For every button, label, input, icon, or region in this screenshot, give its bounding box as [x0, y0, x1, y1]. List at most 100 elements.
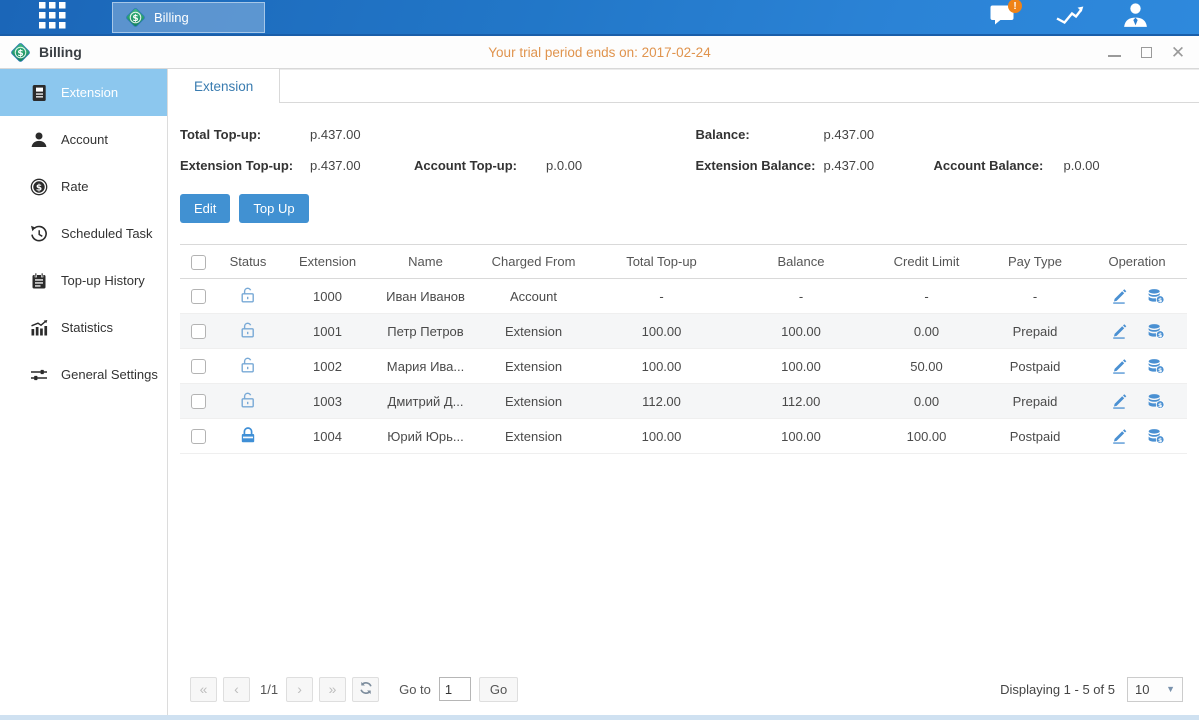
- cell-total-topup: 100.00: [591, 359, 732, 374]
- sidebar-item-scheduled-task[interactable]: Scheduled Task: [0, 210, 167, 257]
- tab-extension[interactable]: Extension: [168, 69, 280, 103]
- resource-monitor-button[interactable]: [1053, 3, 1085, 31]
- app-grid-icon: [37, 1, 68, 35]
- maximize-button[interactable]: [1141, 47, 1152, 58]
- cell-name: Дмитрий Д...: [375, 394, 476, 409]
- cell-total-topup: 100.00: [591, 324, 732, 339]
- sidebar-item-rate[interactable]: $Rate: [0, 163, 167, 210]
- cell-extension: 1003: [280, 394, 375, 409]
- select-all-checkbox[interactable]: [191, 255, 206, 270]
- sidebar-item-label: General Settings: [61, 367, 158, 382]
- row-checkbox[interactable]: [191, 394, 206, 409]
- table-row[interactable]: 1001 Петр Петров Extension 100.00 100.00…: [180, 314, 1187, 349]
- column-header-balance[interactable]: Balance: [732, 254, 870, 269]
- user-account-button[interactable]: [1119, 3, 1151, 31]
- row-checkbox[interactable]: [191, 429, 206, 444]
- account-topup-label: Account Top-up:: [414, 158, 546, 173]
- cell-charged-from: Extension: [476, 324, 591, 339]
- cell-name: Иван Иванов: [375, 289, 476, 304]
- edit-button[interactable]: Edit: [180, 194, 230, 223]
- cell-total-topup: 100.00: [591, 429, 732, 444]
- previous-page-button[interactable]: ‹: [223, 677, 250, 702]
- go-button[interactable]: Go: [479, 677, 518, 702]
- extension-topup-label: Extension Top-up:: [180, 158, 310, 173]
- cell-name: Петр Петров: [375, 324, 476, 339]
- close-button[interactable]: ✕: [1171, 45, 1185, 59]
- extension-topup-value: p.437.00: [310, 158, 414, 173]
- table-row[interactable]: 1003 Дмитрий Д... Extension 112.00 112.0…: [180, 384, 1187, 419]
- row-checkbox[interactable]: [191, 324, 206, 339]
- topup-coins-icon[interactable]: $: [1147, 322, 1165, 340]
- total-topup-value: p.437.00: [310, 127, 414, 142]
- next-page-button[interactable]: ›: [286, 677, 313, 702]
- table-header-row: StatusExtensionNameCharged FromTotal Top…: [180, 244, 1187, 279]
- refresh-button[interactable]: [352, 677, 379, 702]
- topup-coins-icon[interactable]: $: [1147, 392, 1165, 410]
- first-page-button[interactable]: «: [190, 677, 217, 702]
- topup-coins-icon[interactable]: $: [1147, 357, 1165, 375]
- edit-pencil-icon[interactable]: [1110, 392, 1128, 410]
- last-page-button[interactable]: »: [319, 677, 346, 702]
- sidebar-item-extension[interactable]: Extension: [0, 69, 167, 116]
- cell-balance: 100.00: [732, 324, 870, 339]
- account-topup-value: p.0.00: [546, 158, 684, 173]
- topbar-icon-group: !: [987, 0, 1151, 34]
- sidebar-item-statistics[interactable]: Statistics: [0, 304, 167, 351]
- scheduled-task-icon: [30, 225, 48, 243]
- edit-pencil-icon[interactable]: [1110, 427, 1128, 445]
- topup-coins-icon[interactable]: $: [1147, 427, 1165, 445]
- sidebar-item-account[interactable]: Account: [0, 116, 167, 163]
- edit-pencil-icon[interactable]: [1110, 357, 1128, 375]
- sidebar-item-label: Statistics: [61, 320, 113, 335]
- lock-open-icon: [239, 321, 257, 339]
- statistics-icon: [30, 319, 48, 337]
- edit-pencil-icon[interactable]: [1110, 287, 1128, 305]
- cell-pay-type: Postpaid: [983, 359, 1087, 374]
- tab-strip: Extension: [168, 69, 1199, 103]
- cell-extension: 1000: [280, 289, 375, 304]
- cell-credit-limit: 0.00: [870, 324, 983, 339]
- topup-coins-icon[interactable]: $: [1147, 287, 1165, 305]
- sidebar-item-label: Rate: [61, 179, 88, 194]
- messages-button[interactable]: !: [987, 3, 1019, 31]
- account-icon: [30, 131, 48, 149]
- edit-pencil-icon[interactable]: [1110, 322, 1128, 340]
- cell-name: Юрий Юрь...: [375, 429, 476, 444]
- column-header-extension[interactable]: Extension: [280, 254, 375, 269]
- cell-balance: 100.00: [732, 429, 870, 444]
- sidebar-item-label: Account: [61, 132, 108, 147]
- sidebar-item-top-up-history[interactable]: Top-up History: [0, 257, 167, 304]
- column-header-total-top-up[interactable]: Total Top-up: [591, 254, 732, 269]
- column-header-charged-from[interactable]: Charged From: [476, 254, 591, 269]
- cell-balance: 100.00: [732, 359, 870, 374]
- row-checkbox[interactable]: [191, 359, 206, 374]
- column-header-status[interactable]: Status: [216, 254, 280, 269]
- lock-closed-icon: [239, 426, 257, 444]
- cell-total-topup: 112.00: [591, 394, 732, 409]
- svg-text:$: $: [1158, 437, 1162, 444]
- table-row[interactable]: 1002 Мария Ива... Extension 100.00 100.0…: [180, 349, 1187, 384]
- goto-page-input[interactable]: [439, 677, 471, 701]
- sidebar-item-general-settings[interactable]: General Settings: [0, 351, 167, 398]
- page-size-select[interactable]: 10 ▼: [1127, 677, 1183, 702]
- cell-credit-limit: -: [870, 289, 983, 304]
- column-header-name[interactable]: Name: [375, 254, 476, 269]
- lock-open-icon: [239, 356, 257, 374]
- top-navigation-bar: $ Billing !: [0, 0, 1199, 36]
- minimize-button[interactable]: [1108, 55, 1121, 57]
- cell-charged-from: Extension: [476, 429, 591, 444]
- topup-button[interactable]: Top Up: [239, 194, 308, 223]
- column-header-credit-limit[interactable]: Credit Limit: [870, 254, 983, 269]
- cell-charged-from: Extension: [476, 394, 591, 409]
- sidebar: Extension Account $RateScheduled TaskTop-u…: [0, 69, 168, 715]
- cell-balance: -: [732, 289, 870, 304]
- row-checkbox[interactable]: [191, 289, 206, 304]
- billing-app-tab[interactable]: $ Billing: [112, 2, 265, 33]
- cell-extension: 1004: [280, 429, 375, 444]
- table-row[interactable]: 1000 Иван Иванов Account - - - - $: [180, 279, 1187, 314]
- table-row[interactable]: 1004 Юрий Юрь... Extension 100.00 100.00…: [180, 419, 1187, 454]
- column-header-pay-type[interactable]: Pay Type: [983, 254, 1087, 269]
- cell-credit-limit: 0.00: [870, 394, 983, 409]
- app-grid-button[interactable]: [30, 4, 74, 32]
- column-header-operation[interactable]: Operation: [1087, 254, 1187, 269]
